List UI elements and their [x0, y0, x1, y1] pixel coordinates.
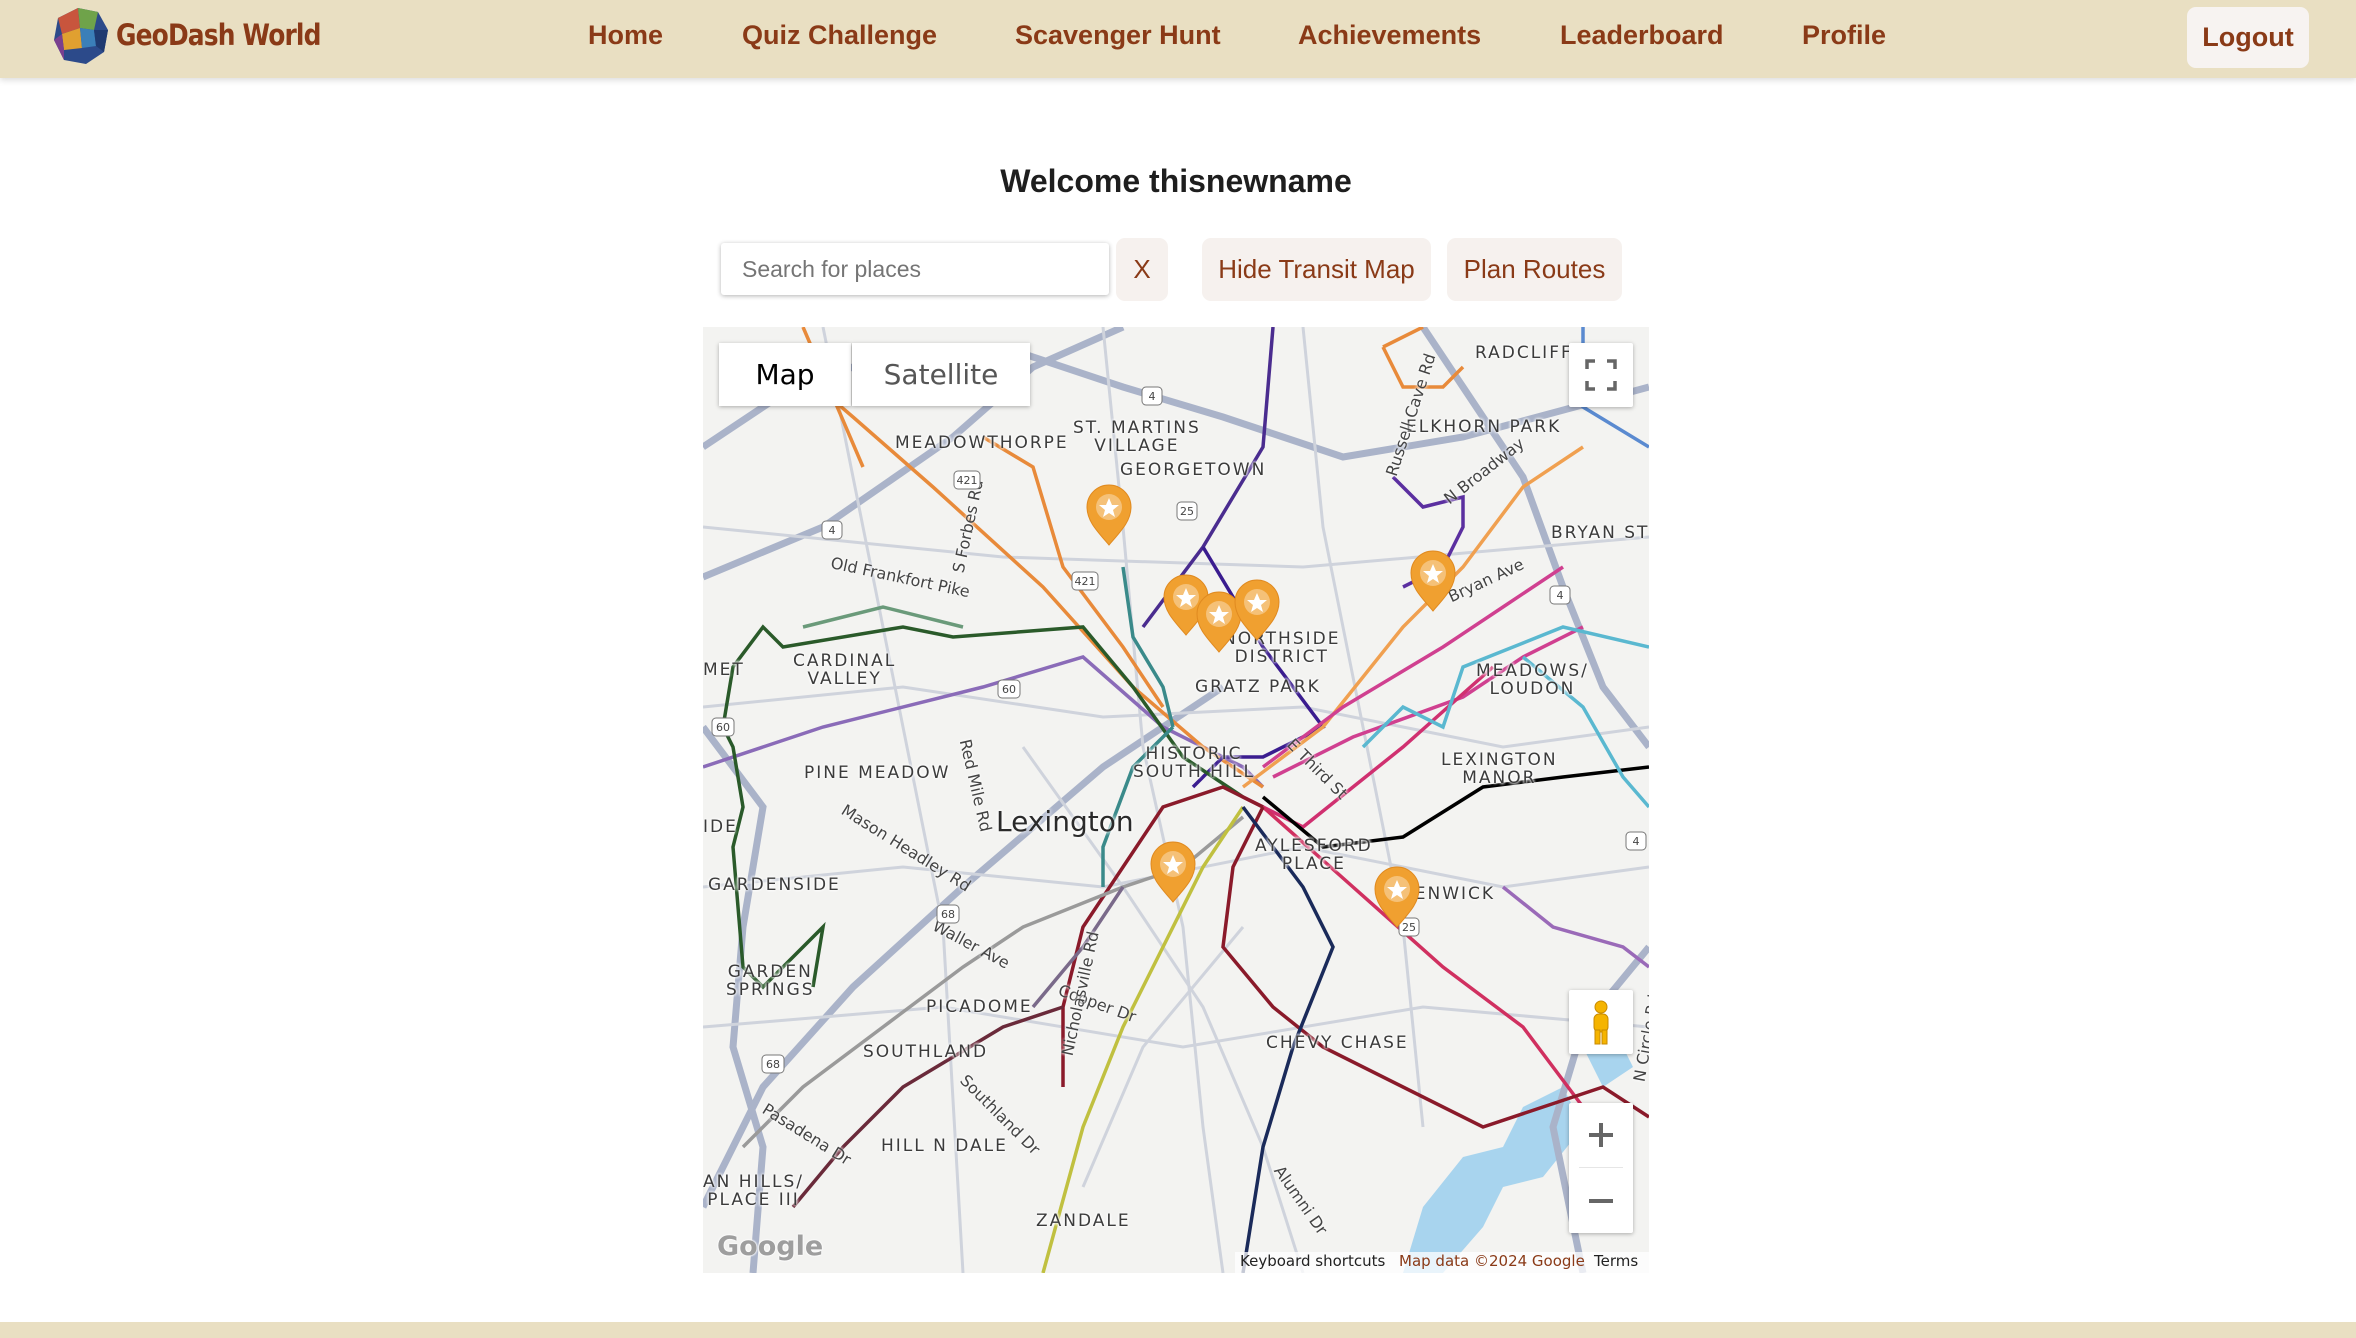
- location-marker-icon[interactable]: [1410, 550, 1456, 612]
- hide-transit-map-button[interactable]: Hide Transit Map: [1202, 238, 1431, 301]
- nav-home[interactable]: Home: [588, 20, 663, 51]
- nav-leaderboard[interactable]: Leaderboard: [1560, 20, 1724, 51]
- zoom-control: [1569, 1103, 1633, 1233]
- location-marker-icon[interactable]: [1374, 866, 1420, 928]
- location-marker-icon[interactable]: [1234, 579, 1280, 641]
- top-navbar: GeoDash World Home Quiz Challenge Scaven…: [0, 0, 2356, 78]
- map-data-text: Map data ©2024 Google: [1399, 1252, 1585, 1270]
- google-logo: Google: [717, 1231, 824, 1262]
- map-type-map-button[interactable]: Map: [719, 343, 851, 406]
- markers-layer: [1086, 484, 1456, 928]
- footer-strip: [0, 1322, 2356, 1338]
- clear-search-button[interactable]: X: [1116, 238, 1168, 301]
- app-logo[interactable]: GeoDash World: [50, 4, 354, 66]
- nav-profile[interactable]: Profile: [1802, 20, 1886, 51]
- map-view[interactable]: RADCLIFF ELKHORN PARK MEADOWTHORPE ST. M…: [703, 327, 1649, 1273]
- nav-scavenger-hunt[interactable]: Scavenger Hunt: [1015, 20, 1221, 51]
- terms-link[interactable]: Terms: [1594, 1252, 1638, 1273]
- location-marker-icon[interactable]: [1086, 484, 1132, 546]
- nav-achievements[interactable]: Achievements: [1298, 20, 1481, 51]
- street-view-pegman-button[interactable]: [1569, 990, 1633, 1054]
- fullscreen-button[interactable]: [1569, 343, 1633, 407]
- logout-button[interactable]: Logout: [2187, 7, 2309, 68]
- minus-icon: [1589, 1199, 1613, 1203]
- location-marker-icon[interactable]: [1150, 841, 1196, 903]
- search-input[interactable]: [721, 243, 1109, 295]
- location-marker-icon[interactable]: [1196, 591, 1242, 653]
- plan-routes-button[interactable]: Plan Routes: [1447, 238, 1622, 301]
- nav-quiz-challenge[interactable]: Quiz Challenge: [742, 20, 937, 51]
- map-type-satellite-button[interactable]: Satellite: [852, 343, 1030, 406]
- zoom-out-button[interactable]: [1569, 1169, 1633, 1233]
- pegman-icon: [1593, 1000, 1609, 1045]
- fullscreen-icon: [1585, 359, 1617, 391]
- zoom-in-button[interactable]: [1569, 1103, 1633, 1167]
- app-name: GeoDash World: [116, 18, 321, 52]
- keyboard-shortcuts-link[interactable]: Keyboard shortcuts: [1240, 1252, 1385, 1273]
- zoom-divider: [1579, 1167, 1623, 1168]
- welcome-heading: Welcome thisnewname: [1000, 163, 1352, 199]
- globe-logo-icon: [54, 8, 108, 64]
- plus-icon: [1589, 1123, 1613, 1147]
- search-box: [721, 243, 1109, 295]
